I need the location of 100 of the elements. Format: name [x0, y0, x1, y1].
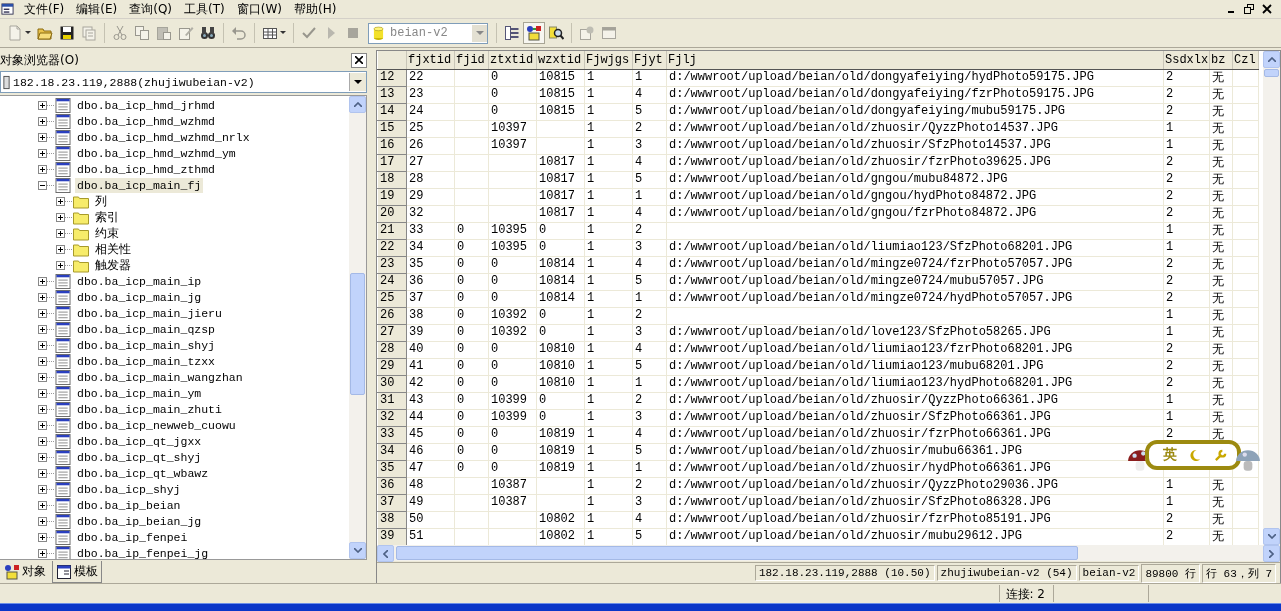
tree-item[interactable]: dbo.ba_icp_main_tzxx — [75, 353, 218, 369]
scroll-down-button[interactable] — [349, 542, 366, 559]
menu-item[interactable]: 工具(T) — [178, 0, 231, 18]
tree-item[interactable]: dbo.ba_icp_main_fj — [75, 177, 204, 193]
scroll-right-button[interactable] — [1263, 545, 1280, 562]
tree-item[interactable]: dbo.ba_icp_qt_shyj — [75, 449, 204, 465]
expand-toggle[interactable] — [38, 324, 47, 334]
expand-toggle[interactable] — [38, 532, 47, 542]
expand-toggle[interactable] — [38, 340, 47, 350]
expand-toggle[interactable] — [38, 420, 47, 430]
column-header[interactable]: ztxtid — [488, 51, 537, 69]
tree-item[interactable]: dbo.ba_ip_beian_jg — [75, 513, 204, 529]
tree-item[interactable]: dbo.ba_ip_fenpei_jg — [75, 545, 211, 559]
scroll-down-button[interactable] — [1263, 528, 1280, 545]
menu-item[interactable]: 帮助(H) — [287, 0, 343, 18]
column-header[interactable]: Fjlj — [666, 51, 1164, 69]
panel-tab[interactable]: 对象 — [0, 561, 50, 583]
close-button[interactable] — [351, 52, 367, 68]
expand-toggle[interactable] — [38, 308, 47, 318]
tree-item[interactable]: 触发器 — [93, 257, 133, 273]
expand-toggle[interactable] — [38, 164, 47, 174]
expand-toggle[interactable] — [38, 100, 47, 110]
tree-item[interactable]: dbo.ba_icp_hmd_jrhmd — [75, 97, 218, 113]
column-header[interactable]: wzxtid — [536, 51, 585, 69]
table-cell: 0 — [457, 223, 465, 237]
expand-toggle[interactable] — [38, 148, 47, 158]
tree-item[interactable]: dbo.ba_icp_main_ym — [75, 385, 204, 401]
table-cell: 1 — [635, 70, 643, 84]
table-cell: 无 — [1212, 393, 1224, 407]
menu-item[interactable]: 编辑(E) — [70, 0, 124, 18]
tree-item[interactable]: dbo.ba_icp_main_jg — [75, 289, 204, 305]
tree-item[interactable]: dbo.ba_icp_hmd_wzhmd — [75, 113, 218, 129]
object-browser-button[interactable] — [523, 22, 545, 44]
expand-toggle[interactable] — [38, 356, 47, 366]
dropdown-arrow-icon — [354, 79, 362, 85]
scroll-up-button[interactable] — [349, 96, 366, 113]
expand-toggle[interactable] — [38, 372, 47, 382]
table-cell: 0 — [457, 342, 465, 356]
expand-toggle[interactable] — [38, 500, 47, 510]
table-cell: 2 — [1166, 376, 1174, 390]
menu-item[interactable]: 查询(Q) — [123, 0, 179, 18]
expand-toggle[interactable] — [38, 516, 47, 526]
column-header[interactable]: Ssdxlx — [1163, 51, 1210, 69]
column-header[interactable]: fjid — [454, 51, 489, 69]
expand-toggle[interactable] — [38, 292, 47, 302]
expand-toggle[interactable] — [38, 484, 47, 494]
tree-item[interactable]: dbo.ba_icp_qt_jgxx — [75, 433, 204, 449]
expand-toggle[interactable] — [56, 196, 65, 206]
expand-toggle[interactable] — [38, 452, 47, 462]
column-header[interactable]: bz — [1209, 51, 1233, 69]
expand-toggle[interactable] — [38, 388, 47, 398]
tree-item[interactable]: 约束 — [93, 225, 121, 241]
column-header[interactable]: Czl — [1232, 51, 1259, 69]
connection-dropdown[interactable]: 182.18.23.119,2888(zhujiwubeian-v2) — [0, 71, 367, 93]
tree-item[interactable]: dbo.ba_icp_main_jieru — [75, 305, 224, 321]
tree-item[interactable]: dbo.ba_ip_fenpei — [75, 529, 190, 545]
tree-item[interactable]: dbo.ba_icp_main_qzsp — [75, 321, 218, 337]
expand-toggle[interactable] — [38, 436, 47, 446]
menu-item[interactable]: 窗口(W) — [230, 0, 288, 18]
tree-item[interactable]: 列 — [93, 193, 109, 209]
expand-toggle[interactable] — [38, 404, 47, 414]
tree-item[interactable]: dbo.ba_icp_hmd_zthmd — [75, 161, 218, 177]
expand-toggle[interactable] — [38, 276, 47, 286]
column-header[interactable]: Fjyt — [632, 51, 667, 69]
tree-item[interactable]: 索引 — [93, 209, 121, 225]
menu-item[interactable]: 文件(F) — [18, 0, 71, 18]
tree-item[interactable]: dbo.ba_icp_qt_wbawz — [75, 465, 211, 481]
column-header[interactable]: fjxtid — [406, 51, 455, 69]
expand-toggle[interactable] — [38, 116, 47, 126]
expand-toggle[interactable] — [56, 244, 65, 254]
expand-toggle[interactable] — [38, 132, 47, 142]
expand-toggle[interactable] — [56, 212, 65, 222]
tree-item[interactable]: dbo.ba_icp_main_zhuti — [75, 401, 224, 417]
tree-item[interactable]: dbo.ba_icp_main_shyj — [75, 337, 218, 353]
table-cell: 0 — [539, 223, 547, 237]
tree-item[interactable]: dbo.ba_icp_newweb_cuowu — [75, 417, 238, 433]
expand-toggle[interactable] — [38, 468, 47, 478]
tree-item[interactable]: dbo.ba_icp_hmd_wzhmd_nrlx — [75, 129, 252, 145]
tree-item[interactable]: dbo.ba_icp_shyj — [75, 481, 183, 497]
tree-item[interactable]: dbo.ba_icp_main_ip — [75, 273, 204, 289]
scroll-up-button[interactable] — [1263, 51, 1280, 68]
expand-toggle[interactable] — [56, 228, 65, 238]
table-icon — [55, 353, 71, 369]
tree-item[interactable]: 相关性 — [93, 241, 133, 257]
scrollbar-thumb[interactable] — [1264, 69, 1279, 77]
table-cell: d:/wwwroot/upload/beian/old/zhuosir/mubu66361.JPG — [669, 444, 1022, 458]
column-header[interactable]: Fjwjgs — [584, 51, 633, 69]
expand-toggle[interactable] — [38, 548, 47, 558]
scrollbar-thumb[interactable] — [350, 273, 365, 395]
scroll-left-button[interactable] — [377, 545, 394, 562]
database-dropdown[interactable]: beian-v2 — [368, 22, 488, 44]
table-cell: 0 — [491, 257, 499, 271]
table-icon — [55, 289, 71, 305]
expand-toggle[interactable] — [56, 260, 65, 270]
panel-tab[interactable]: 模板 — [52, 561, 102, 583]
tree-item[interactable]: dbo.ba_ip_beian — [75, 497, 183, 513]
tree-item[interactable]: dbo.ba_icp_hmd_wzhmd_ym — [75, 145, 238, 161]
scrollbar-thumb[interactable] — [396, 546, 1078, 560]
expand-toggle[interactable] — [38, 180, 47, 190]
tree-item[interactable]: dbo.ba_icp_main_wangzhan — [75, 369, 245, 385]
